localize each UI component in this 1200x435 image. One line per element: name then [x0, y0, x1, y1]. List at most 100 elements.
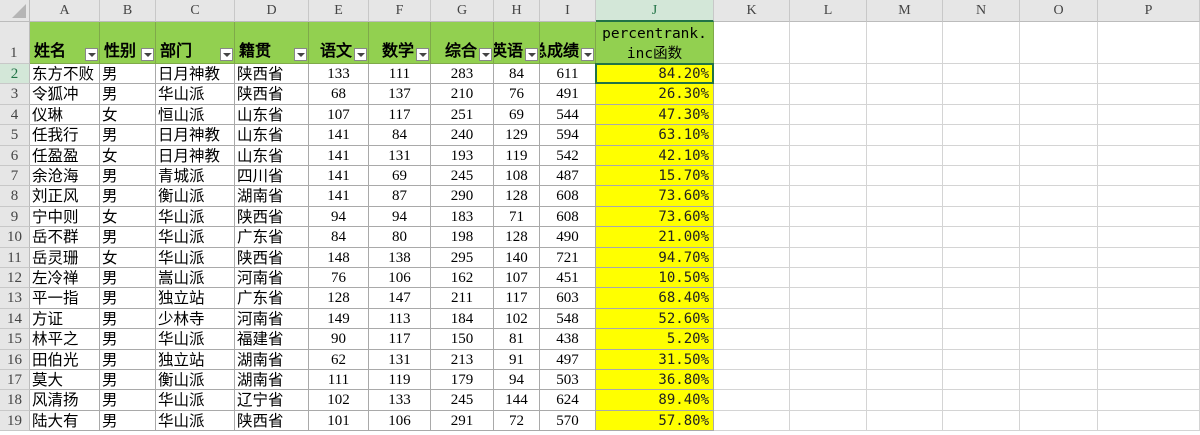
data-cell[interactable]: 94: [309, 206, 369, 228]
empty-cell[interactable]: [790, 349, 867, 370]
column-header-b[interactable]: B: [100, 0, 156, 22]
empty-cell[interactable]: [943, 186, 1020, 207]
data-cell[interactable]: 男: [100, 370, 156, 391]
data-cell[interactable]: 衡山派: [156, 370, 235, 391]
empty-cell[interactable]: [867, 390, 943, 411]
filter-dropdown-icon[interactable]: [354, 48, 367, 61]
data-cell[interactable]: 日月神教: [156, 64, 235, 85]
empty-cell[interactable]: [790, 64, 867, 85]
empty-cell[interactable]: [943, 390, 1020, 411]
header-cell-h[interactable]: 英语: [494, 22, 540, 64]
data-cell[interactable]: 490: [540, 227, 596, 248]
data-cell[interactable]: 莫大: [30, 370, 100, 391]
empty-cell[interactable]: [943, 104, 1020, 126]
data-cell[interactable]: 四川省: [235, 166, 309, 187]
percentrank-cell[interactable]: 94.70%: [596, 247, 714, 268]
data-cell[interactable]: 湖南省: [235, 370, 309, 391]
empty-cell[interactable]: [714, 227, 790, 248]
data-cell[interactable]: 133: [369, 390, 431, 411]
data-cell[interactable]: 295: [431, 247, 494, 268]
data-cell[interactable]: 71: [494, 206, 540, 228]
data-cell[interactable]: 岳灵珊: [30, 247, 100, 268]
data-cell[interactable]: 69: [494, 104, 540, 126]
empty-cell[interactable]: [867, 268, 943, 289]
data-cell[interactable]: 84: [494, 64, 540, 85]
empty-cell[interactable]: [943, 125, 1020, 146]
row-header-14[interactable]: 14: [0, 308, 30, 330]
data-cell[interactable]: 608: [540, 206, 596, 228]
empty-cell[interactable]: [1020, 349, 1098, 370]
empty-cell[interactable]: [867, 104, 943, 126]
filter-dropdown-icon[interactable]: [416, 48, 429, 61]
data-cell[interactable]: 华山派: [156, 206, 235, 228]
filter-dropdown-icon[interactable]: [525, 48, 538, 61]
empty-cell[interactable]: [1020, 410, 1098, 432]
empty-cell[interactable]: [1098, 104, 1200, 126]
data-cell[interactable]: 162: [431, 268, 494, 289]
data-cell[interactable]: 144: [494, 390, 540, 411]
data-cell[interactable]: 84: [309, 227, 369, 248]
empty-cell[interactable]: [943, 268, 1020, 289]
column-header-m[interactable]: M: [867, 0, 943, 22]
data-cell[interactable]: 131: [369, 145, 431, 166]
data-cell[interactable]: 青城派: [156, 166, 235, 187]
header-cell-j[interactable]: percentrank. inc函数: [596, 22, 714, 64]
data-cell[interactable]: 山东省: [235, 145, 309, 166]
empty-cell[interactable]: [790, 186, 867, 207]
empty-cell[interactable]: [1020, 247, 1098, 268]
data-cell[interactable]: 男: [100, 125, 156, 146]
empty-cell[interactable]: [790, 390, 867, 411]
data-cell[interactable]: 山东省: [235, 125, 309, 146]
empty-cell[interactable]: [1020, 370, 1098, 391]
header-cell-b[interactable]: 性别: [100, 22, 156, 64]
data-cell[interactable]: 独立站: [156, 288, 235, 309]
empty-cell[interactable]: [790, 227, 867, 248]
data-cell[interactable]: 611: [540, 64, 596, 85]
spreadsheet-grid[interactable]: A B C D E F G H I J K L M N O P 1 2 3 4 5 6 7 8 9 10 11 12 13 14 15 16 1…: [0, 0, 1200, 435]
empty-cell[interactable]: [1020, 64, 1098, 85]
empty-cell[interactable]: [714, 145, 790, 166]
data-cell[interactable]: 245: [431, 166, 494, 187]
empty-cell[interactable]: [790, 308, 867, 330]
empty-cell[interactable]: [790, 329, 867, 350]
empty-cell[interactable]: [1098, 410, 1200, 432]
column-header-k[interactable]: K: [714, 0, 790, 22]
data-cell[interactable]: 91: [494, 349, 540, 370]
data-cell[interactable]: 137: [369, 84, 431, 105]
data-cell[interactable]: 548: [540, 308, 596, 330]
data-cell[interactable]: 90: [309, 329, 369, 350]
empty-cell[interactable]: [790, 288, 867, 309]
empty-cell[interactable]: [714, 268, 790, 289]
data-cell[interactable]: 487: [540, 166, 596, 187]
data-cell[interactable]: 日月神教: [156, 125, 235, 146]
empty-cell[interactable]: [943, 288, 1020, 309]
empty-cell[interactable]: [714, 104, 790, 126]
data-cell[interactable]: 田伯光: [30, 349, 100, 370]
row-header-5[interactable]: 5: [0, 125, 30, 146]
data-cell[interactable]: 119: [369, 370, 431, 391]
data-cell[interactable]: 283: [431, 64, 494, 85]
data-cell[interactable]: 603: [540, 288, 596, 309]
empty-cell[interactable]: [943, 349, 1020, 370]
filter-dropdown-icon[interactable]: [141, 48, 154, 61]
empty-cell[interactable]: [790, 166, 867, 187]
data-cell[interactable]: 107: [309, 104, 369, 126]
empty-cell[interactable]: [1020, 308, 1098, 330]
empty-cell[interactable]: [714, 22, 790, 64]
header-cell-a[interactable]: 姓名: [30, 22, 100, 64]
empty-cell[interactable]: [943, 22, 1020, 64]
column-header-l[interactable]: L: [790, 0, 867, 22]
row-header-3[interactable]: 3: [0, 84, 30, 105]
empty-cell[interactable]: [867, 410, 943, 432]
data-cell[interactable]: 河南省: [235, 268, 309, 289]
empty-cell[interactable]: [714, 370, 790, 391]
data-cell[interactable]: 150: [431, 329, 494, 350]
data-cell[interactable]: 湖南省: [235, 186, 309, 207]
column-header-c[interactable]: C: [156, 0, 235, 22]
column-header-i[interactable]: I: [540, 0, 596, 22]
data-cell[interactable]: 76: [494, 84, 540, 105]
header-cell-d[interactable]: 籍贯: [235, 22, 309, 64]
empty-cell[interactable]: [714, 390, 790, 411]
column-header-p[interactable]: P: [1098, 0, 1200, 22]
empty-cell[interactable]: [1020, 84, 1098, 105]
